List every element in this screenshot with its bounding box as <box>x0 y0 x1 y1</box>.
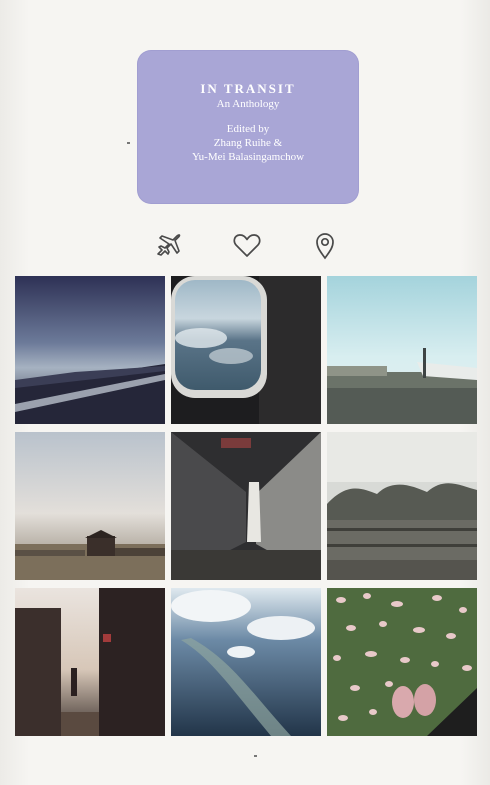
edited-by-label: Edited by <box>226 123 270 135</box>
airport-tarmac-photo <box>327 276 477 424</box>
book-subtitle: An Anthology <box>216 98 280 110</box>
airplane-window-view-photo <box>171 276 321 424</box>
print-speck <box>127 142 130 144</box>
icon-row <box>0 229 490 263</box>
petals-on-grass-feet-photo <box>327 588 477 736</box>
title-box: IN TRANSIT An Anthology Edited by Zhang … <box>137 50 359 204</box>
trees-railway-photo <box>327 432 477 580</box>
jet-bridge-interior-photo <box>171 432 321 580</box>
heart-icon <box>231 229 263 261</box>
aerial-coastline-photo <box>171 588 321 736</box>
shore-dusk-huts-photo <box>15 432 165 580</box>
airplane-wing-sky-photo <box>15 276 165 424</box>
train-platform-sunset-photo <box>15 588 165 736</box>
airplane-icon <box>152 229 184 261</box>
editor-name: Zhang Ruihe & <box>213 137 283 149</box>
location-pin-icon <box>309 229 341 261</box>
book-title: IN TRANSIT <box>200 81 296 96</box>
photo-grid <box>15 276 477 738</box>
editor-name: Yu-Mei Balasingamchow <box>191 151 305 163</box>
print-speck <box>254 755 257 757</box>
